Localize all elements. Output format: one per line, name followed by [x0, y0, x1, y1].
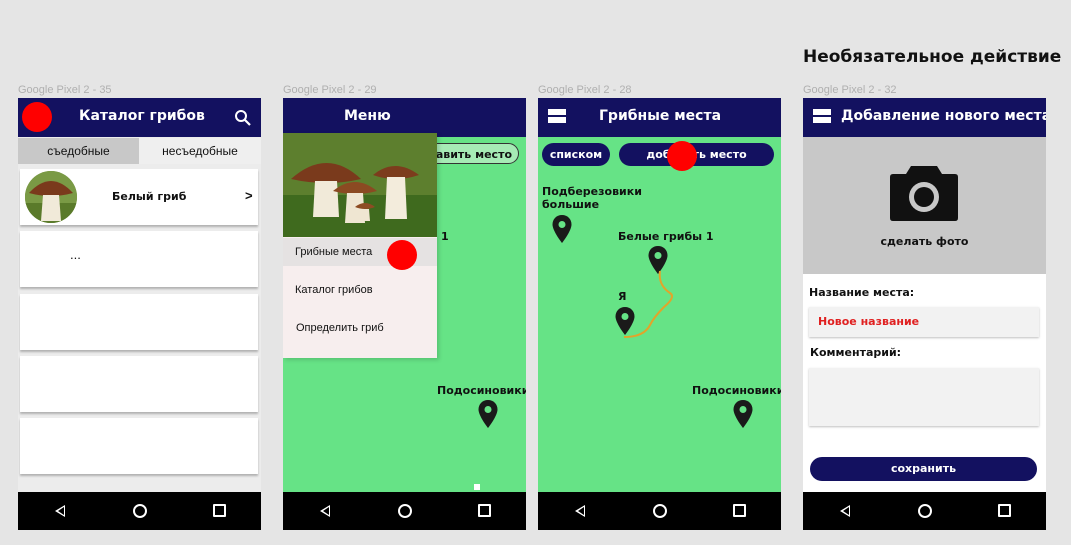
- back-icon[interactable]: [840, 505, 850, 517]
- frame-label-add-place: Google Pixel 2 - 32: [803, 84, 897, 96]
- menu-screen: Меню добавить место 1 Подосиновики Грибн…: [283, 98, 526, 530]
- system-nav-bar: [283, 492, 526, 530]
- map-label-behind: 1: [441, 230, 449, 243]
- list-item-name: Белый гриб: [112, 190, 187, 203]
- system-nav-bar: [18, 492, 261, 530]
- take-photo-label: сделать фото: [880, 235, 969, 248]
- list-item[interactable]: [20, 294, 258, 350]
- place-name-input[interactable]: Новое название: [809, 307, 1039, 337]
- map-label-podosinoviki: Подосиновики: [692, 384, 781, 397]
- list-item[interactable]: [20, 356, 258, 412]
- page-title: Грибные места: [599, 108, 722, 124]
- back-icon[interactable]: [55, 505, 65, 517]
- page-title: Добавление нового места: [841, 108, 1046, 124]
- menu-item-label: Каталог грибов: [295, 284, 373, 296]
- add-place-screen: Добавление нового места сделать фото Наз…: [803, 98, 1046, 530]
- menu-item-label: Определить гриб: [296, 322, 384, 334]
- recent-apps-icon[interactable]: [733, 504, 746, 517]
- system-nav-bar: [803, 492, 1046, 530]
- comment-textarea[interactable]: [809, 368, 1039, 426]
- scroll-indicator: [474, 484, 480, 490]
- home-icon[interactable]: [653, 504, 667, 518]
- add-place-app-bar: Добавление нового места: [803, 98, 1046, 137]
- catalog-screen: Каталог грибов съедобные несъедобные Бел…: [18, 98, 261, 530]
- frame-label-places: Google Pixel 2 - 28: [538, 84, 632, 96]
- recent-apps-icon[interactable]: [478, 504, 491, 517]
- system-nav-bar: [538, 492, 781, 530]
- map-label-belye: Белые грибы 1: [618, 230, 714, 243]
- chevron-right-icon: >: [245, 188, 253, 203]
- save-button[interactable]: сохранить: [810, 457, 1037, 481]
- map-pin-icon[interactable]: [732, 399, 754, 429]
- page-title: Каталог грибов: [79, 108, 205, 124]
- page-title: Меню: [344, 108, 391, 124]
- comment-field-label: Комментарий:: [810, 346, 902, 359]
- home-icon[interactable]: [133, 504, 147, 518]
- home-icon[interactable]: [398, 504, 412, 518]
- map-label-podberezoviki: Подберезовики большие: [542, 185, 642, 211]
- list-view-button[interactable]: списком: [542, 143, 610, 166]
- touch-indicator: [387, 240, 417, 270]
- map-label-me: Я: [618, 290, 627, 303]
- map-pin-icon[interactable]: [551, 214, 573, 244]
- hamburger-icon[interactable]: [813, 109, 831, 125]
- mushroom-photo: [283, 133, 437, 237]
- touch-indicator: [667, 141, 697, 171]
- list-item[interactable]: Белый гриб >: [20, 169, 258, 225]
- tab-edible[interactable]: съедобные: [18, 138, 139, 164]
- hamburger-icon[interactable]: [548, 109, 566, 125]
- my-location-pin-icon[interactable]: [614, 306, 636, 336]
- search-icon[interactable]: [234, 109, 252, 127]
- frame-label-menu: Google Pixel 2 - 29: [283, 84, 377, 96]
- menu-item-catalog[interactable]: Каталог грибов: [283, 276, 437, 304]
- back-icon[interactable]: [575, 505, 585, 517]
- back-icon[interactable]: [320, 505, 330, 517]
- camera-icon[interactable]: [889, 164, 959, 222]
- list-item[interactable]: ...: [20, 231, 258, 287]
- frame-label-catalog: Google Pixel 2 - 35: [18, 84, 112, 96]
- map-pin-icon[interactable]: [477, 399, 499, 429]
- name-field-label: Название места:: [809, 286, 915, 299]
- list-item[interactable]: [20, 418, 258, 474]
- touch-indicator: [22, 102, 52, 132]
- places-screen: Грибные места списком добавить место Под…: [538, 98, 781, 530]
- map-label-podosinoviki: Подосиновики: [437, 384, 526, 397]
- menu-item-identify[interactable]: Определить гриб: [283, 314, 437, 342]
- home-icon[interactable]: [918, 504, 932, 518]
- places-app-bar: Грибные места: [538, 98, 781, 137]
- recent-apps-icon[interactable]: [998, 504, 1011, 517]
- tab-inedible[interactable]: несъедобные: [139, 138, 261, 164]
- list-item-ellipsis: ...: [70, 247, 81, 262]
- place-name-value: Новое название: [818, 315, 920, 328]
- menu-item-label: Грибные места: [295, 246, 373, 258]
- optional-action-note: Необязательное действие: [803, 47, 1062, 67]
- catalog-app-bar: Каталог грибов: [18, 98, 261, 137]
- photo-area[interactable]: сделать фото: [803, 137, 1046, 274]
- map-background: списком добавить место Подберезовики бол…: [538, 137, 781, 492]
- recent-apps-icon[interactable]: [213, 504, 226, 517]
- mushroom-thumbnail: [25, 171, 77, 223]
- menu-app-bar: Меню: [283, 98, 526, 137]
